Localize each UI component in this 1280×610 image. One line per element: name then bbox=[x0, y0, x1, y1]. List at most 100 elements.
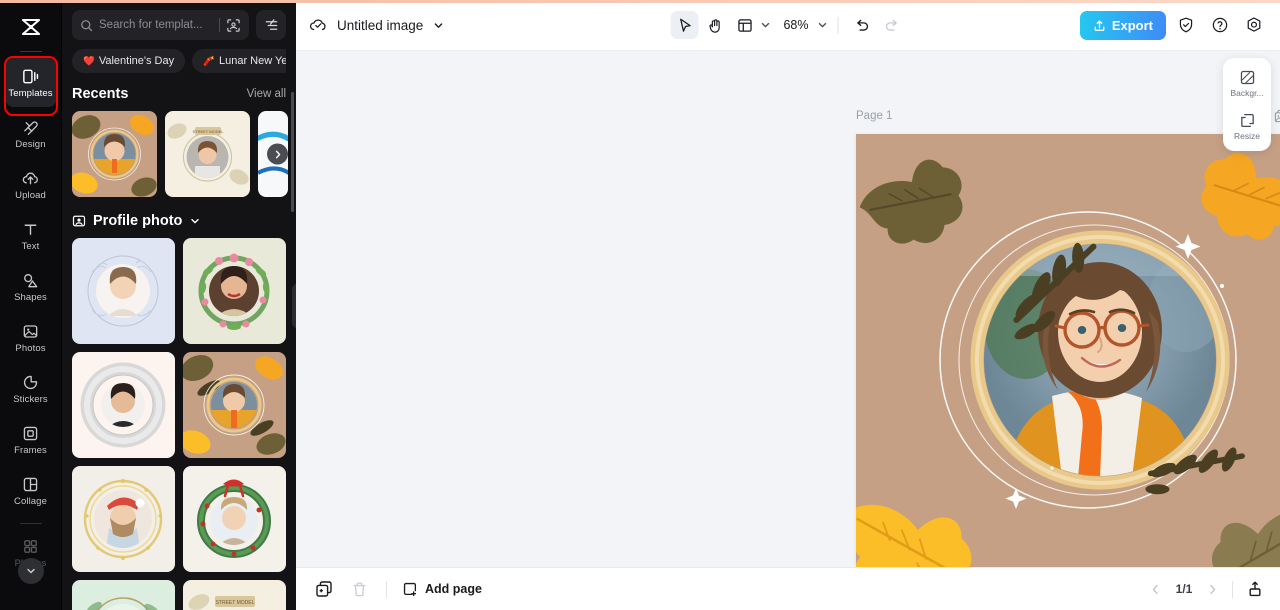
stickers-icon bbox=[21, 373, 40, 392]
sidebar-item-label: Design bbox=[15, 138, 46, 150]
select-tool-button[interactable] bbox=[670, 11, 699, 39]
toolbar-left: Untitled image bbox=[308, 15, 445, 35]
text-icon bbox=[21, 220, 40, 239]
add-page-label: Add page bbox=[425, 582, 482, 596]
bottom-divider-2 bbox=[1232, 580, 1233, 598]
background-button[interactable]: Backgr... bbox=[1225, 65, 1269, 102]
zoom-level-value[interactable]: 68% bbox=[773, 18, 814, 32]
settings-button[interactable] bbox=[1240, 11, 1268, 39]
sidebar-item-label: Templates bbox=[8, 87, 53, 99]
document-title[interactable]: Untitled image bbox=[337, 18, 423, 33]
undo-icon bbox=[853, 17, 870, 34]
page-indicator: 1/1 bbox=[1175, 582, 1193, 596]
sidebar-item-collage[interactable]: Collage bbox=[5, 466, 57, 515]
export-upload-icon bbox=[1093, 19, 1106, 32]
layout-grid-icon bbox=[736, 17, 753, 34]
title-chevron-down-icon[interactable] bbox=[432, 19, 445, 32]
sidebar-item-shapes[interactable]: Shapes bbox=[5, 262, 57, 311]
panel-collapse-handle[interactable] bbox=[292, 283, 296, 329]
add-page-button[interactable]: Add page bbox=[402, 581, 482, 597]
template-card-holly-wreath[interactable] bbox=[183, 466, 286, 572]
search-box[interactable] bbox=[72, 10, 249, 40]
hand-tool-button[interactable] bbox=[700, 11, 728, 39]
search-divider bbox=[219, 18, 220, 32]
gear-icon bbox=[1245, 16, 1263, 34]
template-card-green-botanical[interactable] bbox=[72, 580, 175, 610]
delete-page-button bbox=[347, 577, 371, 601]
recents-next-button[interactable] bbox=[267, 143, 288, 165]
chip-lunar-new-year[interactable]: 🧨 Lunar New Year bbox=[192, 49, 286, 73]
panel-scrollbar[interactable] bbox=[291, 92, 294, 212]
sidebar-item-label: Photos bbox=[15, 342, 46, 354]
page-actions bbox=[1274, 109, 1280, 123]
template-card-white-branch-wreath[interactable] bbox=[72, 238, 175, 344]
help-button[interactable] bbox=[1206, 11, 1234, 39]
canvas-viewport[interactable]: Page 1 Backgr... Resize bbox=[296, 51, 1280, 567]
svg-text:STREET MODEL: STREET MODEL bbox=[216, 600, 255, 606]
filter-icon bbox=[264, 18, 279, 33]
chevron-down-icon[interactable] bbox=[189, 215, 201, 227]
resize-button[interactable]: Resize bbox=[1225, 108, 1269, 145]
cloud-sync-icon[interactable] bbox=[308, 15, 328, 35]
sidebar-item-photos[interactable]: Photos bbox=[5, 313, 57, 362]
template-card-street-model[interactable]: STREET MODEL bbox=[183, 580, 286, 610]
zoom-chevron-down-icon[interactable] bbox=[817, 19, 829, 31]
toolbar-right: Export bbox=[1079, 10, 1268, 40]
search-input[interactable] bbox=[99, 19, 214, 31]
background-icon bbox=[1239, 69, 1256, 86]
resize-icon bbox=[1239, 112, 1256, 129]
layout-chevron-down-icon[interactable] bbox=[759, 19, 771, 31]
visual-search-icon[interactable] bbox=[226, 18, 241, 33]
add-page-icon bbox=[402, 581, 418, 597]
frames-icon bbox=[21, 424, 40, 443]
capcut-logo-icon[interactable] bbox=[14, 10, 48, 44]
template-card-silver-ring[interactable] bbox=[72, 352, 175, 458]
undo-button[interactable] bbox=[848, 11, 876, 39]
sidebar-collapse-button[interactable] bbox=[17, 558, 44, 584]
resize-label: Resize bbox=[1234, 130, 1260, 141]
bottom-bar-left: Add page bbox=[312, 577, 482, 601]
duplicate-page-icon[interactable] bbox=[1274, 109, 1280, 123]
next-page-button[interactable] bbox=[1206, 583, 1219, 596]
sidebar-item-stickers[interactable]: Stickers bbox=[5, 364, 57, 413]
chip-label: Lunar New Year bbox=[218, 55, 286, 67]
chip-label: Valentine's Day bbox=[98, 55, 175, 67]
view-all-link[interactable]: View all bbox=[247, 88, 286, 100]
sidebar-item-design[interactable]: Design bbox=[5, 109, 57, 158]
download-tray-button[interactable] bbox=[1246, 580, 1264, 598]
recent-card-street-model[interactable]: STREET MODEL bbox=[165, 111, 250, 197]
recents-carousel: STREET MODEL bbox=[62, 111, 296, 197]
shield-check-button[interactable] bbox=[1172, 11, 1200, 39]
duplicate-icon bbox=[315, 580, 333, 598]
sidebar-item-text[interactable]: Text bbox=[5, 211, 57, 260]
recent-card-autumn[interactable] bbox=[72, 111, 157, 197]
template-card-floral-wreath[interactable] bbox=[183, 238, 286, 344]
prev-page-button[interactable] bbox=[1149, 583, 1162, 596]
sidebar-item-frames[interactable]: Frames bbox=[5, 415, 57, 464]
sidebar-item-label: Collage bbox=[14, 495, 47, 507]
sidebar-item-label: Stickers bbox=[13, 393, 48, 405]
sidebar-item-upload[interactable]: Upload bbox=[5, 160, 57, 209]
top-toolbar: Untitled image 68% Export bbox=[296, 0, 1280, 51]
hand-icon bbox=[706, 17, 723, 34]
toolbar-divider bbox=[837, 16, 839, 34]
search-row bbox=[72, 10, 286, 40]
cursor-arrow-icon bbox=[676, 17, 693, 34]
toolbar-center: 68% bbox=[670, 11, 905, 39]
redo-icon bbox=[883, 17, 900, 34]
template-card-gold-christmas[interactable] bbox=[72, 466, 175, 572]
filter-button[interactable] bbox=[256, 10, 286, 40]
layout-tool-button[interactable] bbox=[730, 11, 771, 39]
duplicate-page-button[interactable] bbox=[312, 577, 336, 601]
export-button[interactable]: Export bbox=[1079, 10, 1166, 40]
chip-valentines-day[interactable]: ❤️ Valentine's Day bbox=[72, 49, 186, 73]
category-header[interactable]: Profile photo bbox=[62, 213, 296, 229]
sidebar-item-templates[interactable]: Templates bbox=[4, 58, 57, 107]
artboard-canvas[interactable] bbox=[856, 134, 1280, 567]
template-card-autumn-oak[interactable] bbox=[183, 352, 286, 458]
shapes-icon bbox=[21, 271, 40, 290]
templates-panel: ❤️ Valentine's Day 🧨 Lunar New Year Rece… bbox=[62, 0, 296, 610]
firecracker-emoji-icon: 🧨 bbox=[203, 55, 215, 67]
layout-grid-icon-wrap[interactable] bbox=[730, 11, 758, 39]
sidebar-item-label: Frames bbox=[14, 444, 47, 456]
